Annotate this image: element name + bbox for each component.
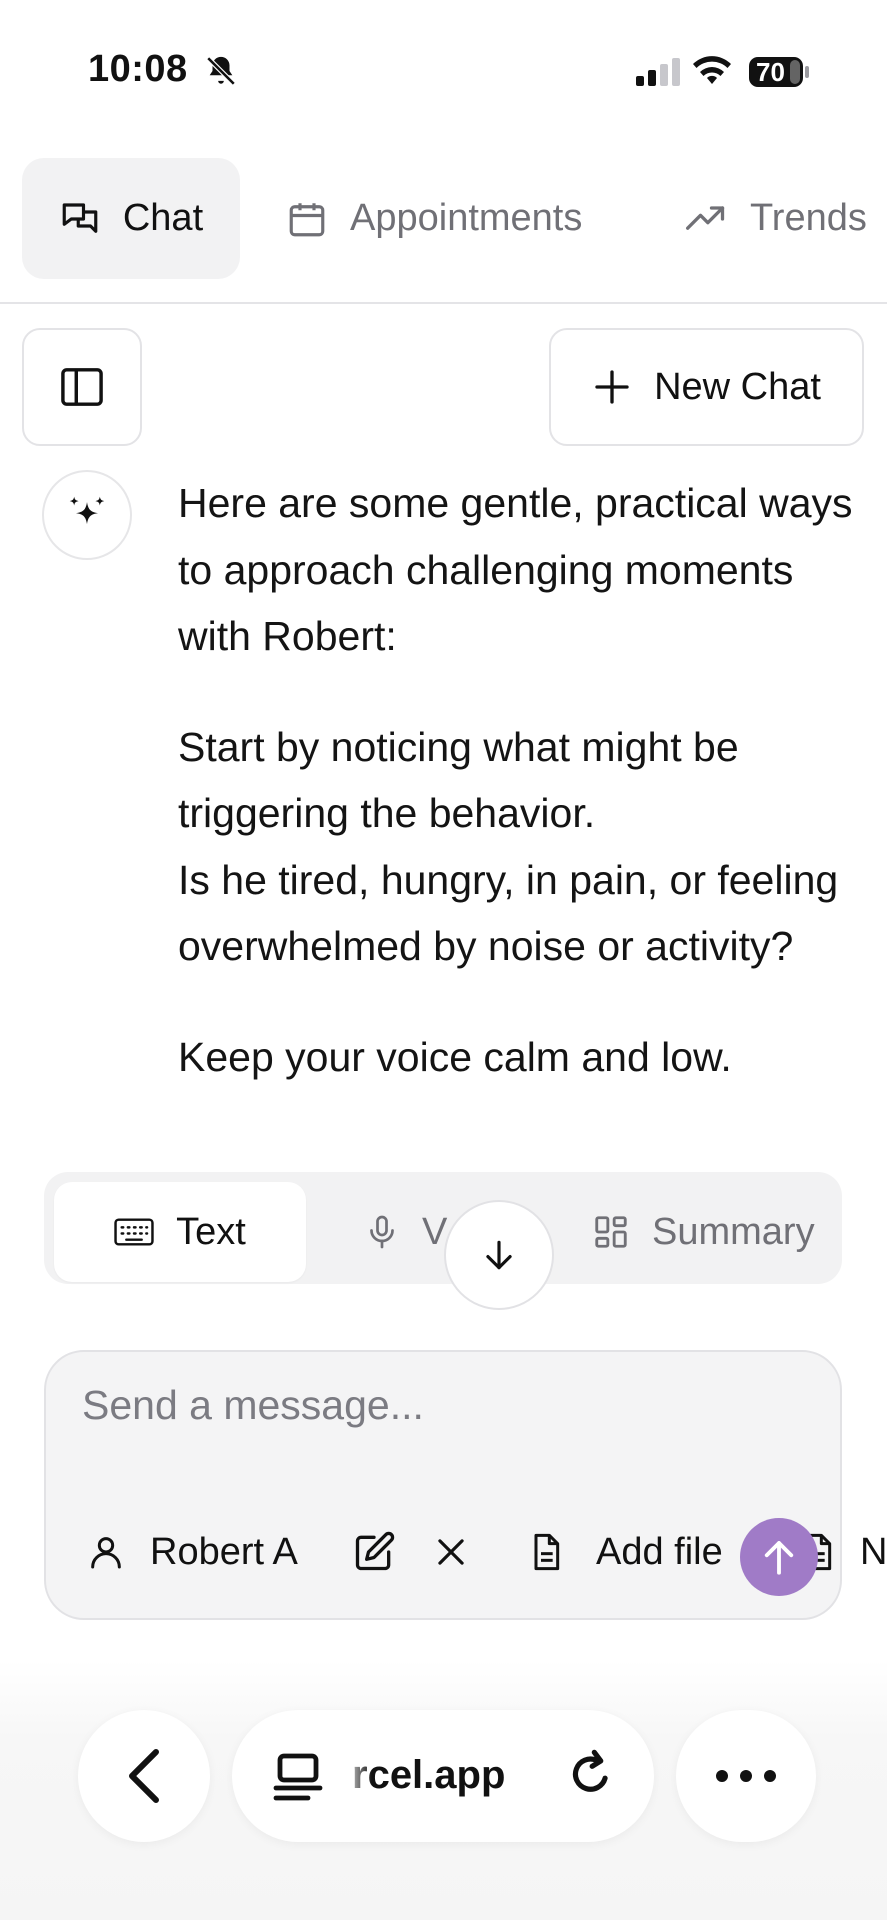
message-paragraph: Is he tired, hungry, in pain, or feeling…: [178, 856, 839, 970]
user-icon: [86, 1532, 126, 1572]
battery-icon: 70: [748, 56, 810, 93]
scroll-to-bottom-button[interactable]: [444, 1200, 554, 1310]
tab-appointments[interactable]: Appointments: [286, 158, 582, 279]
browser-back-button[interactable]: [78, 1710, 210, 1842]
sidebar-icon: [59, 366, 105, 408]
assistant-message: Here are some gentle, practical ways to …: [178, 470, 858, 1134]
arrow-down-icon: [480, 1236, 518, 1274]
cellular-signal-icon: [636, 58, 680, 91]
url-bar[interactable]: rcel.app: [232, 1710, 654, 1842]
edit-icon: [352, 1530, 396, 1574]
note-chip-label: N: [860, 1530, 887, 1573]
site-icon: [272, 1750, 324, 1802]
tab-chat[interactable]: Chat: [22, 158, 240, 279]
plus-icon: [592, 367, 632, 407]
chevron-left-icon: [120, 1746, 168, 1806]
tab-chat-label: Chat: [122, 197, 204, 239]
new-chat-label: New Chat: [654, 365, 821, 408]
add-file-label: Add file: [596, 1530, 723, 1573]
battery-level: 70: [756, 57, 785, 87]
toggle-sidebar-button[interactable]: [22, 328, 142, 446]
message-input[interactable]: Send a message...: [82, 1382, 424, 1429]
message-paragraph: Start by noticing what might be triggeri…: [178, 723, 739, 837]
bell-muted-icon: [204, 54, 238, 93]
trending-up-icon: [684, 197, 728, 241]
person-chip[interactable]: Robert A: [86, 1522, 298, 1582]
remove-person-button[interactable]: [432, 1522, 470, 1582]
microphone-icon: [364, 1212, 400, 1252]
ellipsis-icon: [714, 1768, 778, 1784]
edit-person-button[interactable]: [352, 1522, 396, 1582]
add-file-button[interactable]: Add file: [526, 1522, 723, 1582]
message-paragraph: Keep your voice calm and low.: [178, 1033, 732, 1080]
tab-appointments-label: Appointments: [350, 197, 583, 239]
person-chip-label: Robert A: [150, 1530, 298, 1573]
tab-divider: [0, 302, 887, 304]
arrow-up-icon: [758, 1536, 800, 1578]
sparkles-icon: [65, 493, 109, 537]
file-icon: [526, 1531, 566, 1573]
mode-tab-summary[interactable]: Summary: [592, 1182, 815, 1282]
message-paragraph: Here are some gentle, practical ways to …: [178, 480, 853, 659]
calendar-icon: [286, 198, 328, 240]
reload-icon[interactable]: [564, 1748, 616, 1804]
send-button[interactable]: [740, 1518, 818, 1596]
more-options-button[interactable]: [676, 1710, 816, 1842]
close-icon: [432, 1533, 470, 1571]
assistant-avatar: [42, 470, 132, 560]
tab-trends-label: Trends: [750, 197, 867, 239]
new-chat-button[interactable]: New Chat: [549, 328, 864, 446]
mode-tab-text[interactable]: Text: [54, 1182, 306, 1282]
url-fade: [342, 1730, 372, 1820]
tab-trends[interactable]: Trends: [684, 158, 867, 279]
url-text: rcel.app: [352, 1753, 506, 1797]
wifi-icon: [692, 54, 732, 91]
mode-tab-text-label: Text: [176, 1210, 246, 1253]
chat-bubbles-icon: [59, 198, 101, 240]
grid-icon: [592, 1213, 630, 1251]
mode-tab-summary-label: Summary: [652, 1210, 815, 1253]
keyboard-icon: [114, 1217, 154, 1247]
status-time: 10:08: [88, 48, 188, 90]
mode-tab-voice[interactable]: V: [364, 1182, 447, 1282]
